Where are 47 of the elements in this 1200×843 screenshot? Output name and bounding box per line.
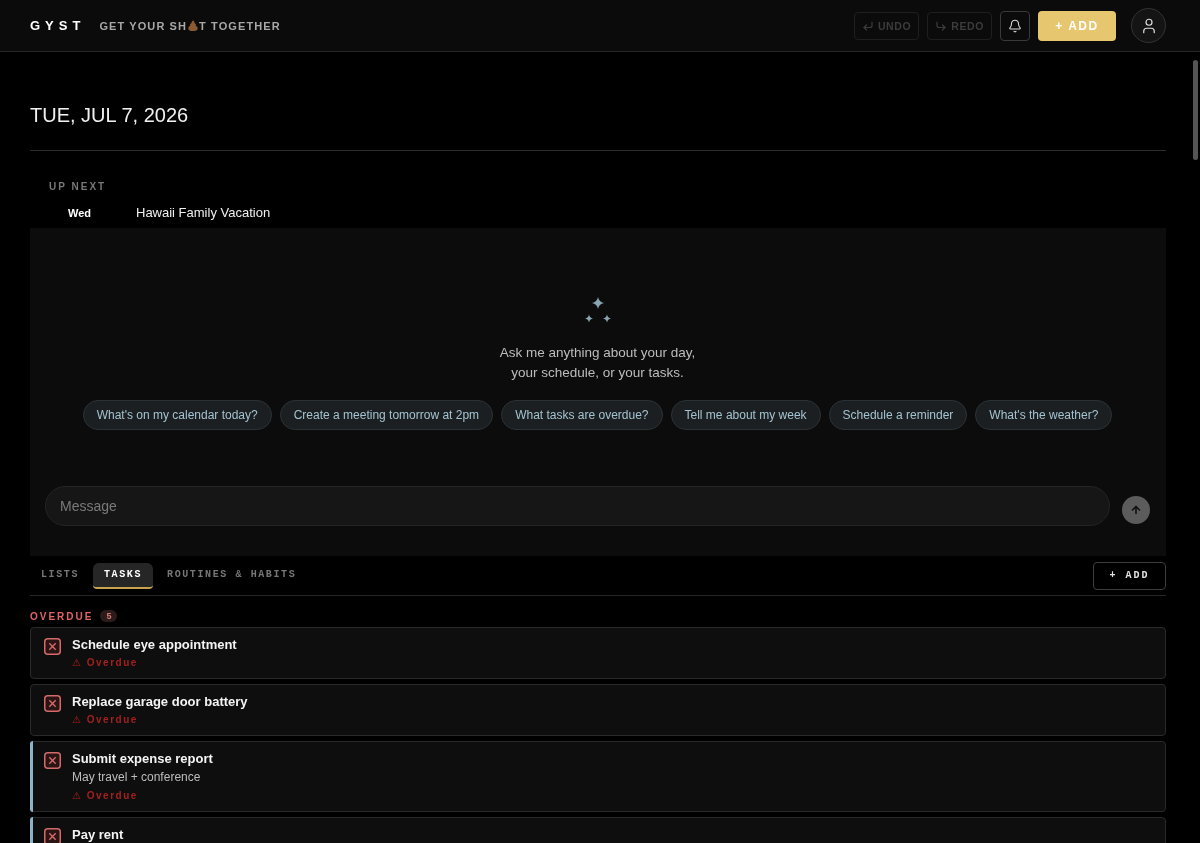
- task-status: ⚠ Overdue: [72, 789, 139, 802]
- send-button[interactable]: [1122, 496, 1150, 524]
- suggestion-chip[interactable]: Tell me about my week: [670, 400, 821, 430]
- task-card[interactable]: Submit expense report May travel + conference ⚠ Overdue: [30, 741, 1166, 812]
- suggestion-chip[interactable]: What's on my calendar today?: [82, 400, 272, 430]
- overdue-checkbox-icon[interactable]: [44, 828, 61, 843]
- task-title: Pay rent: [72, 827, 124, 842]
- tagline-text: T TOGETHER: [199, 19, 281, 32]
- arrow-up-icon: [1130, 504, 1142, 516]
- tab[interactable]: LISTS: [30, 562, 90, 589]
- date-heading: TUE, JUL 7, 2026: [30, 52, 1166, 151]
- event-day: Wed: [68, 206, 136, 219]
- suggestion-chip[interactable]: Create a meeting tomorrow at 2pm: [279, 400, 494, 430]
- overdue-checkbox-icon[interactable]: [44, 695, 61, 712]
- task-card[interactable]: Schedule eye appointment ⚠ Overdue: [30, 627, 1166, 679]
- task-note: May travel + conference: [72, 770, 202, 785]
- section-title: OVERDUE: [30, 610, 94, 622]
- task-status: ⚠ Overdue: [72, 713, 139, 726]
- overdue-checkbox-icon[interactable]: [44, 752, 61, 769]
- undo-icon: [861, 19, 874, 32]
- tagline-text: GET YOUR SH: [99, 19, 188, 32]
- scrollbar-thumb[interactable]: [1193, 60, 1198, 160]
- task-status: ⚠ Overdue: [72, 656, 139, 669]
- poop-icon: [188, 20, 199, 31]
- redo-icon: [935, 19, 948, 32]
- task-card[interactable]: Replace garage door battery ⚠ Overdue: [30, 684, 1166, 736]
- tab[interactable]: ROUTINES & HABITS: [156, 562, 308, 589]
- suggestion-chip[interactable]: Schedule a reminder: [828, 400, 968, 430]
- logo: GYST: [30, 18, 86, 33]
- overdue-checkbox-icon[interactable]: [44, 638, 61, 655]
- tab[interactable]: TASKS: [93, 562, 154, 589]
- avatar-button[interactable]: [1131, 8, 1166, 43]
- assistant-prompt: Ask me anything about your day, your schedule, or your tasks.: [499, 344, 696, 382]
- add-button[interactable]: + ADD: [1093, 561, 1166, 590]
- message-input[interactable]: Message: [45, 486, 1110, 526]
- bell-icon: [1008, 18, 1022, 33]
- event-title[interactable]: Hawaii Family Vacation: [136, 205, 271, 220]
- task-title: Replace garage door battery: [72, 694, 248, 709]
- task-title: Submit expense report: [72, 751, 213, 766]
- task-title: Schedule eye appointment: [72, 637, 237, 652]
- suggestion-chip[interactable]: What's the weather?: [975, 400, 1113, 430]
- task-card[interactable]: Pay rent: [30, 817, 1166, 843]
- section-label: UP NEXT: [49, 181, 108, 193]
- sparkle-icon: [584, 297, 611, 323]
- notifications-button[interactable]: [1000, 10, 1030, 41]
- suggestion-chip[interactable]: What tasks are overdue?: [501, 400, 663, 430]
- count-badge: 5: [100, 610, 118, 622]
